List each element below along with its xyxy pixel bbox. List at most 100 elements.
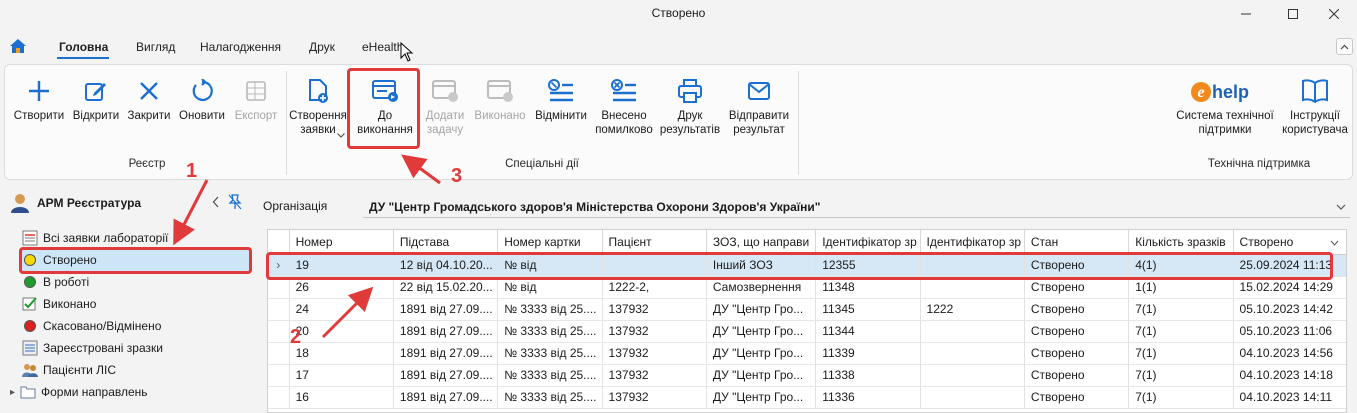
- nav-item-created[interactable]: Створено: [22, 249, 250, 271]
- table-cell: 11336: [815, 386, 921, 409]
- table-cell: 11344: [815, 320, 921, 343]
- left-panel: АРМ Реєстратура Всі заявки лабораторії С…: [0, 186, 254, 413]
- table-cell: 7(1): [1128, 320, 1234, 343]
- nav-item-label: Виконано: [43, 297, 97, 311]
- chevron-right-icon[interactable]: ▸: [10, 387, 20, 398]
- column-header[interactable]: Ідентифікатор зр: [815, 230, 921, 255]
- nav-item-label: Створено: [43, 253, 97, 267]
- pin-icon[interactable]: [228, 194, 242, 213]
- maximize-icon[interactable]: [1270, 0, 1316, 28]
- table-row[interactable]: 26 22 від 15.02.20... № від 1222-2, Самозвер…: [268, 276, 1346, 299]
- group-divider: [798, 71, 799, 175]
- column-header[interactable]: Ідентифікатор зр: [920, 230, 1025, 255]
- send-result-label: Відправити результат: [728, 110, 790, 136]
- home-icon[interactable]: [9, 38, 29, 56]
- error-entry-button[interactable]: Внесено помилково: [592, 73, 656, 147]
- open-button[interactable]: Відкрити: [68, 73, 124, 147]
- nav-item-label: Зареєстровані зразки: [43, 341, 163, 355]
- table-cell: 137932: [602, 386, 707, 409]
- cancel-button[interactable]: Відмінити: [530, 73, 592, 147]
- table-row[interactable]: 16 1891 від 27.09.... № 3333 від 25.... 137…: [268, 386, 1346, 409]
- ehelp-logo: e help: [1190, 77, 1260, 105]
- add-task-icon: [431, 77, 459, 105]
- nav-item-referral-forms[interactable]: ▸ Форми направлень: [10, 381, 238, 403]
- row-indicator: [268, 276, 290, 299]
- nav-item-samples[interactable]: Зареєстровані зразки: [22, 337, 250, 359]
- table-cell: Інший ЗОЗ: [706, 254, 817, 277]
- red-dot-icon: [22, 318, 38, 334]
- table-cell: [602, 254, 707, 277]
- print-results-button[interactable]: Друк результатів: [657, 73, 723, 147]
- create-button[interactable]: Створити: [11, 73, 67, 147]
- done-icon: [486, 77, 514, 105]
- indicator-header: [268, 230, 290, 255]
- nav-item-patients[interactable]: Пацієнти ЛІС: [22, 359, 250, 381]
- close-window-icon[interactable]: [1311, 0, 1357, 28]
- active-tab-indicator: [57, 57, 109, 59]
- send-result-button[interactable]: Відправити результат: [725, 73, 793, 147]
- tab-ehealth[interactable]: eHealth: [362, 40, 403, 54]
- table-cell: 19: [289, 254, 394, 277]
- table-row[interactable]: 24 1891 від 27.09.... № 3333 від 25.... 137…: [268, 298, 1346, 321]
- close-icon: [135, 77, 163, 105]
- done-button[interactable]: Виконано: [470, 73, 530, 147]
- folder-icon: [20, 384, 36, 400]
- window-title: Створено: [651, 6, 706, 20]
- tab-print[interactable]: Друк: [309, 40, 335, 54]
- table-cell: 7(1): [1128, 364, 1234, 387]
- column-header-label: Створено: [1239, 234, 1294, 249]
- column-header[interactable]: Номер картки: [497, 230, 603, 255]
- menu-bar: Головна Вигляд Налагодження Друк eHealth: [0, 30, 1357, 62]
- tab-view[interactable]: Вигляд: [136, 40, 175, 54]
- nav-item-all-requests[interactable]: Всі заявки лабораторії: [22, 227, 250, 249]
- refresh-button[interactable]: Оновити: [175, 73, 229, 147]
- chevron-down-icon: [337, 127, 345, 141]
- collapse-ribbon-button[interactable]: [1336, 38, 1353, 55]
- organization-select[interactable]: ДУ "Центр Громадського здоров'я Міністер…: [363, 196, 1350, 218]
- nav-item-cancelled[interactable]: Скасовано/Відмінено: [22, 315, 250, 337]
- table-cell: 137932: [602, 320, 707, 343]
- support-system-button[interactable]: e help Система технічної підтримки: [1169, 73, 1281, 147]
- org-label: Організація: [263, 199, 328, 213]
- table-cell: [920, 364, 1025, 387]
- tab-home[interactable]: Головна: [59, 40, 108, 54]
- table-cell: № 3333 від 25....: [497, 342, 603, 365]
- column-header[interactable]: Номер: [289, 230, 394, 255]
- new-request-icon: [304, 77, 332, 105]
- row-indicator: [268, 364, 290, 387]
- column-header-created[interactable]: Створено: [1233, 230, 1346, 255]
- export-button[interactable]: Експорт: [230, 73, 282, 147]
- table-cell: 25.09.2024 11:13: [1233, 254, 1346, 277]
- column-header[interactable]: Стан: [1024, 230, 1130, 255]
- table-header: Номер Підстава Номер картки Пацієнт ЗОЗ,…: [268, 230, 1346, 255]
- collapse-panel-icon[interactable]: [212, 196, 220, 211]
- support-system-label: Система технічної підтримки: [1176, 110, 1274, 136]
- table-cell: 11348: [815, 276, 921, 299]
- table-row[interactable]: 20 1891 від 27.09.... № 3333 від 25.... 137…: [268, 320, 1346, 343]
- table-cell: 137932: [602, 364, 707, 387]
- patients-icon: [22, 362, 38, 378]
- table-cell: 4(1): [1128, 254, 1234, 277]
- minimize-icon[interactable]: [1223, 0, 1269, 28]
- nav-item-done[interactable]: Виконано: [22, 293, 250, 315]
- table-cell: 137932: [602, 342, 707, 365]
- user-instructions-button[interactable]: Інструкції користувача: [1281, 73, 1349, 147]
- close-button[interactable]: Закрити: [124, 73, 174, 147]
- chevron-up-icon: [1340, 44, 1349, 49]
- annotation-number-1: 1: [186, 160, 198, 182]
- table-row[interactable]: 17 1891 від 27.09.... № 3333 від 25.... 137…: [268, 364, 1346, 387]
- tab-debug[interactable]: Налагодження: [200, 40, 281, 54]
- table-cell: 04.10.2023 14:18: [1233, 364, 1346, 387]
- table-row[interactable]: 18 1891 від 27.09.... № 3333 від 25.... 137…: [268, 342, 1346, 365]
- export-label: Експорт: [234, 110, 278, 122]
- table-cell: 26: [289, 276, 394, 299]
- column-header[interactable]: Пацієнт: [602, 230, 707, 255]
- column-header[interactable]: Кількість зразків: [1128, 230, 1234, 255]
- column-header[interactable]: ЗОЗ, що направи: [706, 230, 817, 255]
- to-execution-button[interactable]: До виконання: [352, 73, 418, 147]
- table-cell: № 3333 від 25....: [497, 364, 603, 387]
- table-row[interactable]: › 19 12 від 04.10.20... № від Інший ЗОЗ 12355…: [268, 254, 1346, 277]
- add-task-button[interactable]: Додати задачу: [420, 73, 470, 147]
- nav-item-in-progress[interactable]: В роботі: [22, 271, 250, 293]
- column-header[interactable]: Підстава: [393, 230, 499, 255]
